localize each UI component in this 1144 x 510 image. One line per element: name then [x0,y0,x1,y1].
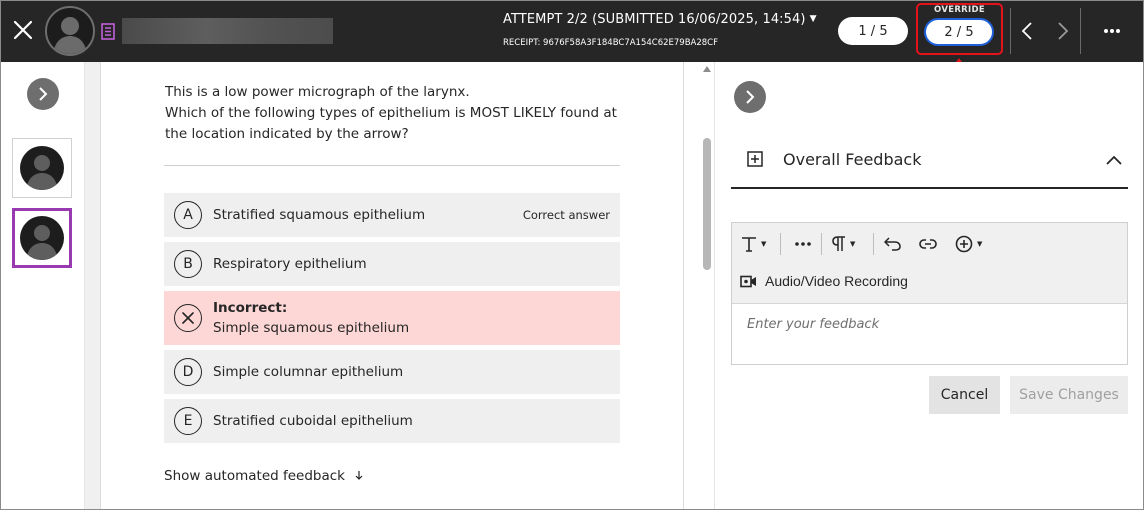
insert-link-button[interactable] [919,233,937,255]
student-name-redacted [122,18,333,44]
save-changes-button[interactable]: Save Changes [1010,376,1128,414]
option-text: Stratified cuboidal epithelium [213,413,413,429]
avatar [20,216,64,260]
left-gutter [85,62,101,510]
undo-icon [884,237,901,251]
next-student-button[interactable] [1053,20,1073,42]
divider [1010,8,1011,54]
show-feedback-label: Show automated feedback [164,468,345,484]
divider [873,233,874,255]
scroll-up-arrow[interactable] [703,66,711,72]
paragraph-button[interactable]: ▼ [832,233,855,255]
divider [164,165,620,166]
feedback-editor: ▼ ▼ ▼ Audio/Video Recording Enter your f… [731,222,1128,365]
expand-students-button[interactable] [27,78,59,110]
student-thumbnail-selected[interactable] [12,208,72,268]
student-thumbnail[interactable] [12,138,72,198]
video-record-icon [740,275,756,287]
option-text: Simple squamous epithelium [213,320,410,336]
chevron-down-icon: ▼ [809,14,817,24]
chevron-left-icon [1021,22,1032,40]
undo-button[interactable] [884,233,901,255]
chevron-up-icon [1106,155,1122,165]
option-letter: E [174,407,202,435]
caret-down-icon: ▼ [977,240,983,248]
scrollbar-thumb[interactable] [703,138,711,270]
more-options-button[interactable] [1099,18,1125,44]
option-text-block: Incorrect: Simple squamous epithelium [213,298,409,338]
more-horizontal-icon [1104,29,1120,33]
divider [821,233,822,255]
expand-panel-button[interactable] [734,81,766,113]
previous-student-button[interactable] [1017,20,1037,42]
answer-option-a[interactable]: A Stratified squamous epithelium Correct… [164,193,620,237]
add-circle-icon [955,235,973,253]
user-silhouette-icon [26,225,58,260]
user-silhouette-icon [53,17,87,54]
auto-grade-pill[interactable]: 1 / 5 [838,17,908,45]
show-automated-feedback-link[interactable]: Show automated feedback [164,468,364,484]
divider [1080,8,1081,54]
incorrect-x-icon [174,304,202,332]
close-icon [13,20,33,40]
question-panel: This is a low power micrograph of the la… [101,62,683,510]
text-format-button[interactable]: ▼ [741,233,766,255]
question-line-1: This is a low power micrograph of the la… [165,84,470,100]
option-text: Respiratory epithelium [213,256,367,272]
student-rail [0,62,85,510]
correct-answer-tag: Correct answer [522,208,610,222]
attempt-selector[interactable]: ATTEMPT 2/2 (SUBMITTED 16/06/2025, 14:54… [503,12,817,27]
divider [780,233,781,255]
option-letter: A [174,201,202,229]
feedback-text-input[interactable]: Enter your feedback [732,305,1127,364]
caret-down-icon: ▼ [850,240,856,248]
annotation-highlight-box [916,3,1003,55]
student-avatar [45,6,95,56]
incorrect-label: Incorrect: [213,300,288,316]
question-text: This is a low power micrograph of the la… [165,82,625,145]
chevron-right-icon [39,87,48,101]
overall-feedback-header[interactable]: Overall Feedback [731,136,1128,189]
audio-video-label: Audio/Video Recording [765,273,908,289]
option-letter: D [174,358,202,386]
audio-video-recording-button[interactable]: Audio/Video Recording [740,273,908,289]
answer-option-b[interactable]: B Respiratory epithelium [164,242,620,286]
receipt-label: RECEIPT: 9676F58A3F184BC7A154C62E79BA28C… [503,38,718,48]
caret-down-icon: ▼ [761,240,767,248]
rubric-icon[interactable] [101,23,115,40]
editor-toolbar: ▼ ▼ ▼ Audio/Video Recording [732,223,1127,304]
scrollbar-track [683,62,715,510]
answer-option-d[interactable]: D Simple columnar epithelium [164,350,620,394]
attempt-label: ATTEMPT 2/2 (SUBMITTED 16/06/2025, 14:54… [503,12,806,27]
option-letter: B [174,250,202,278]
arrow-down-icon [355,471,363,480]
answer-option-e[interactable]: E Stratified cuboidal epithelium [164,399,620,443]
user-silhouette-icon [26,155,58,190]
text-format-icon [742,237,756,252]
more-horizontal-icon [795,242,811,246]
answer-option-c-selected[interactable]: Incorrect: Simple squamous epithelium [164,291,620,345]
overall-feedback-title: Overall Feedback [783,150,922,169]
more-formatting-button[interactable] [794,233,812,255]
question-line-2: Which of the following types of epitheli… [165,105,617,142]
chevron-right-icon [746,90,755,104]
add-feedback-icon [747,151,763,167]
chevron-right-icon [1058,22,1069,40]
close-button[interactable] [10,17,36,43]
link-icon [919,239,937,249]
insert-content-button[interactable]: ▼ [955,233,982,255]
cancel-button[interactable]: Cancel [929,376,1000,414]
option-text: Simple columnar epithelium [213,364,404,380]
avatar [20,146,64,190]
feedback-panel: Overall Feedback ▼ ▼ ▼ Audio/Video Recor… [715,62,1143,510]
option-text: Stratified squamous epithelium [213,207,426,223]
paragraph-icon [832,236,845,251]
